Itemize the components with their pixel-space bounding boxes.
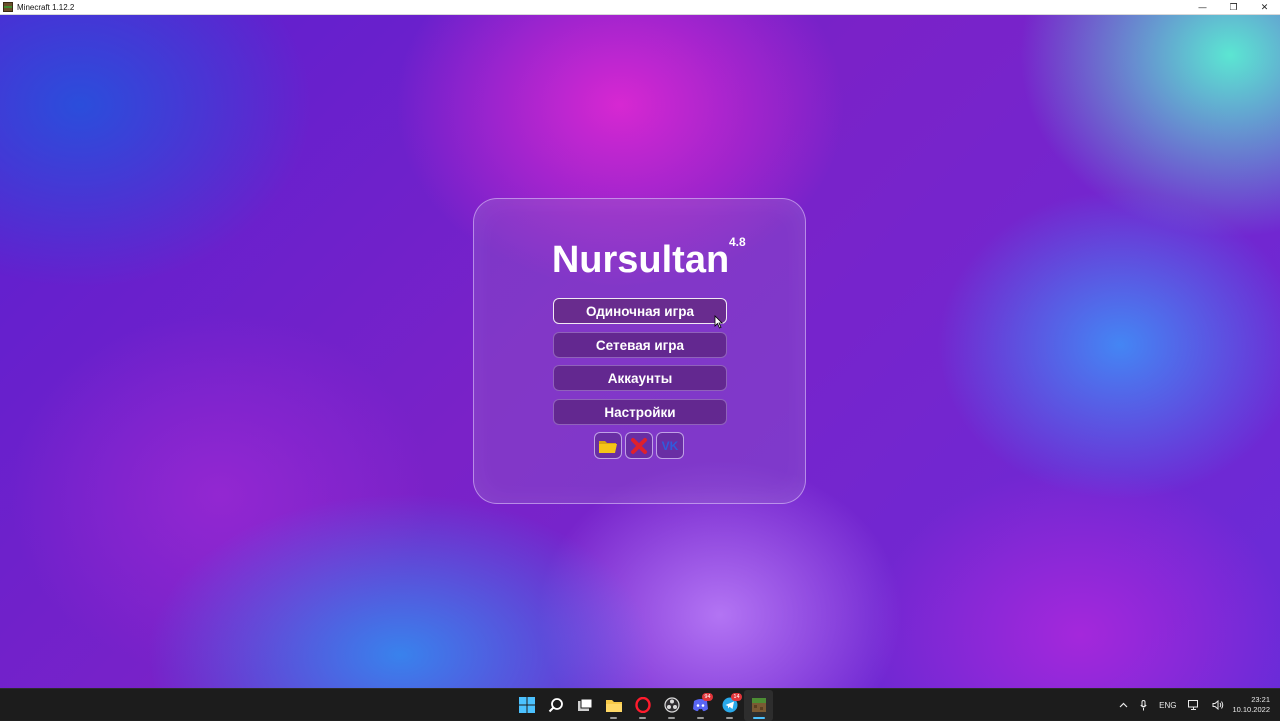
windows-start-icon [518, 697, 535, 713]
volume-icon[interactable] [1212, 700, 1224, 710]
window-controls: — ❐ ✕ [1187, 0, 1280, 15]
discord-badge: 94 [702, 692, 713, 701]
obs-button[interactable] [657, 690, 686, 721]
telegram-button[interactable]: 14 [715, 690, 744, 721]
folder-icon [599, 440, 617, 453]
task-view-button[interactable] [570, 690, 599, 721]
quit-button[interactable] [625, 432, 653, 459]
minecraft-app-icon [3, 2, 13, 12]
vk-button[interactable]: VK [656, 432, 684, 459]
language-indicator[interactable]: ENG [1159, 701, 1176, 710]
file-explorer-icon [605, 699, 622, 712]
telegram-badge: 14 [731, 692, 742, 701]
clock[interactable]: 23:21 10.10.2022 [1232, 695, 1270, 715]
game-viewport: Nursultan 4.8 Одиночная игра Сетевая игр… [0, 15, 1280, 688]
taskbar: 94 14 ENG 23:21 10.10.2022 [0, 688, 1280, 721]
mouse-cursor-icon [714, 315, 723, 329]
opera-icon [634, 697, 651, 713]
minimize-button[interactable]: — [1187, 0, 1218, 15]
start-button[interactable] [512, 690, 541, 721]
main-menu-panel: Nursultan 4.8 Одиночная игра Сетевая игр… [473, 198, 806, 504]
vk-icon: VK [661, 438, 679, 453]
restore-button[interactable]: ❐ [1218, 0, 1249, 15]
accounts-button[interactable]: Аккаунты [553, 365, 727, 391]
minecraft-icon [751, 698, 766, 712]
chevron-up-icon[interactable] [1119, 702, 1128, 708]
microphone-icon[interactable] [1140, 699, 1147, 711]
client-logo: Nursultan [551, 239, 730, 281]
close-x-icon [631, 437, 647, 454]
file-explorer-button[interactable] [599, 690, 628, 721]
minecraft-button[interactable] [744, 689, 773, 721]
close-button[interactable]: ✕ [1249, 0, 1280, 15]
icon-button-row: VK [594, 432, 684, 459]
window-title: Minecraft 1.12.2 [17, 2, 75, 12]
discord-button[interactable]: 94 [686, 690, 715, 721]
settings-button[interactable]: Настройки [553, 399, 727, 425]
taskbar-apps: 94 14 [512, 689, 773, 721]
multiplayer-button[interactable]: Сетевая игра [553, 332, 727, 358]
opera-button[interactable] [628, 690, 657, 721]
taskbar-search-button[interactable] [541, 690, 570, 721]
task-view-icon [577, 698, 592, 711]
search-icon [548, 698, 563, 713]
folder-button[interactable] [594, 432, 622, 459]
system-tray: ENG 23:21 10.10.2022 [1119, 689, 1280, 721]
window-titlebar: Minecraft 1.12.2 — ❐ ✕ [0, 0, 1280, 15]
clock-time: 23:21 [1251, 695, 1270, 704]
obs-icon [663, 697, 680, 713]
client-version: 4.8 [729, 235, 746, 249]
network-icon[interactable] [1188, 700, 1200, 710]
singleplayer-button[interactable]: Одиночная игра [553, 298, 727, 324]
clock-date: 10.10.2022 [1232, 705, 1270, 714]
